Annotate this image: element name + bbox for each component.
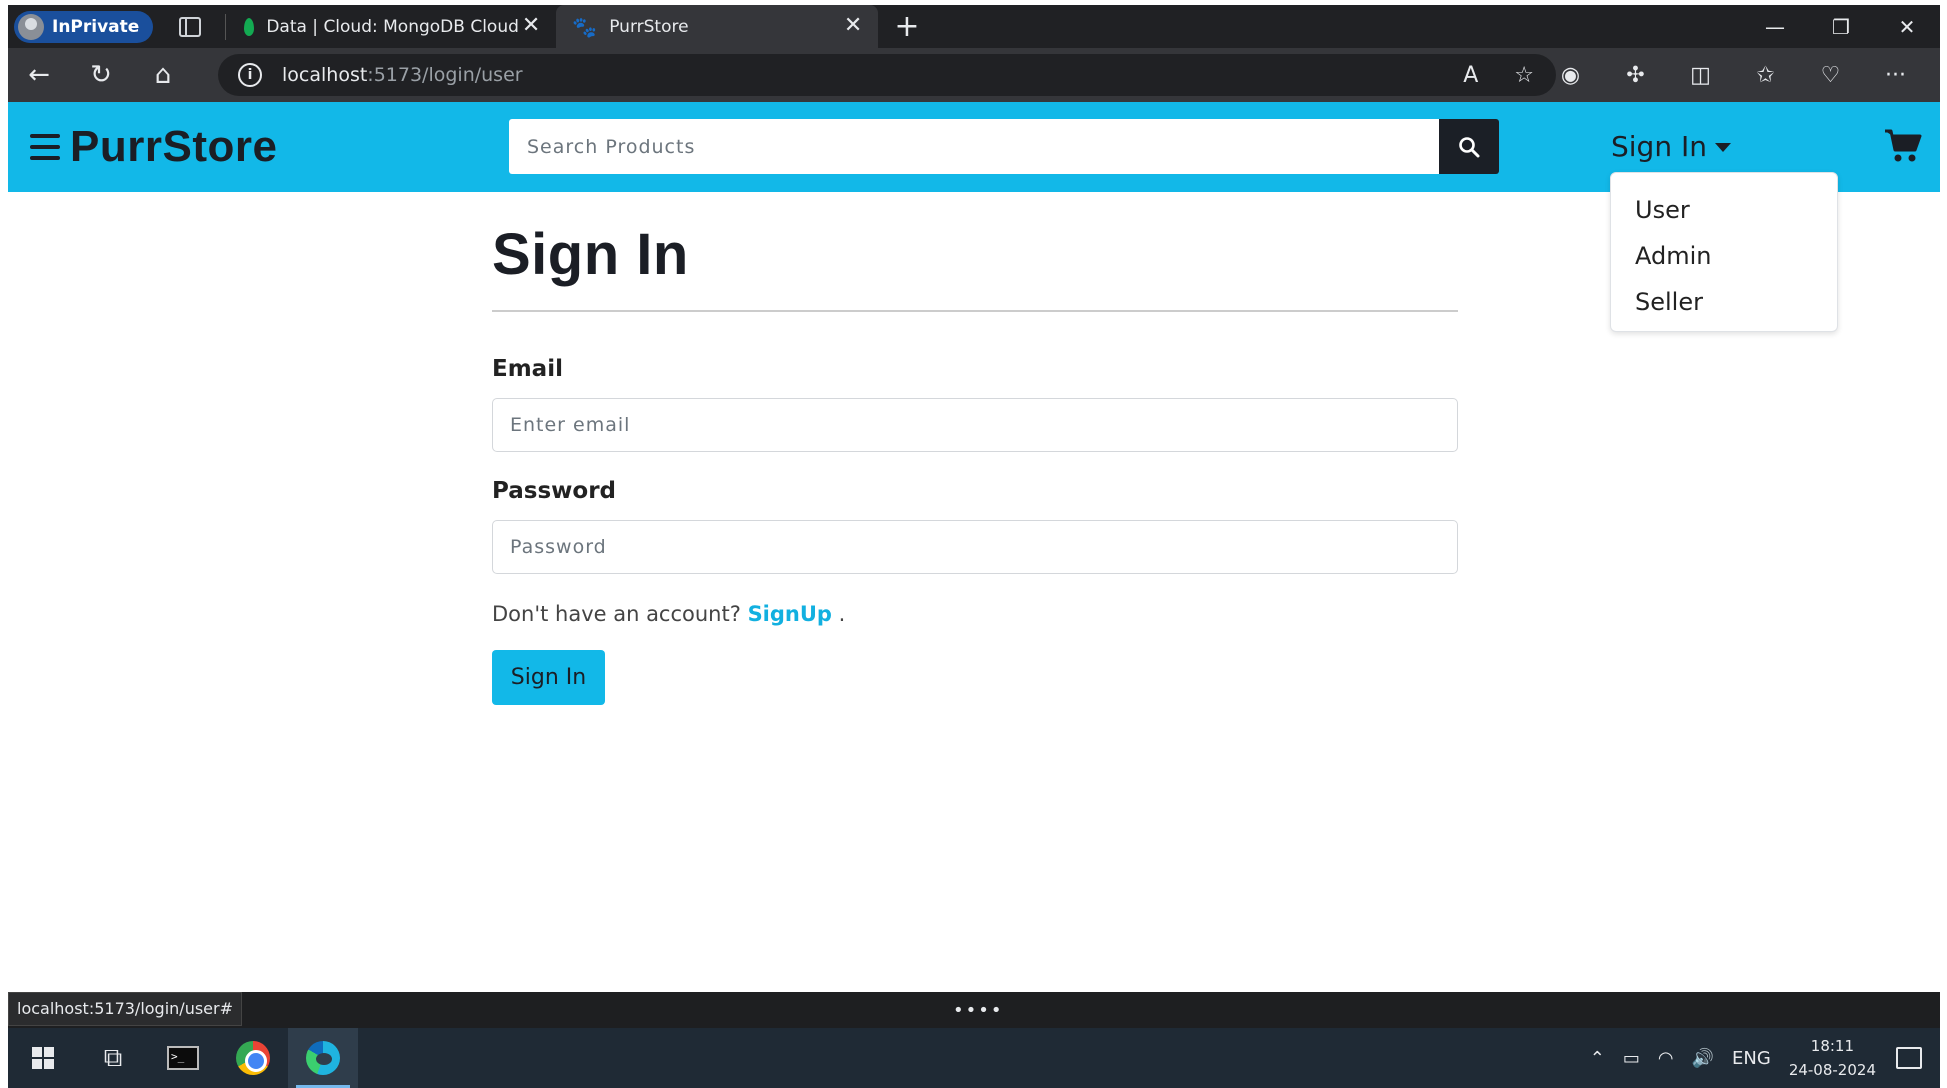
language-indicator[interactable]: ENG xyxy=(1732,1048,1771,1069)
search-icon xyxy=(1459,136,1480,157)
tab-actions-icon[interactable] xyxy=(179,16,202,37)
system-tray: ⌃ ▭ ◠ 🔊 ENG 18:11 24-08-2024 xyxy=(1590,1028,1940,1088)
more-menu-icon[interactable]: ··· xyxy=(1863,63,1928,88)
notification-icon[interactable] xyxy=(1896,1047,1922,1069)
tab-title: Data | Cloud: MongoDB Cloud xyxy=(266,16,519,37)
edge-icon xyxy=(306,1041,340,1075)
cart-button[interactable] xyxy=(1884,128,1922,168)
back-icon[interactable]: ← xyxy=(8,60,70,90)
browser-tab-strip: InPrivate Data | Cloud: MongoDB Cloud ✕ … xyxy=(8,5,1940,48)
close-window-icon[interactable]: ✕ xyxy=(1874,15,1940,39)
inprivate-badge[interactable]: InPrivate xyxy=(14,10,154,43)
dots-icon: •••• xyxy=(953,1000,1004,1021)
tab-purrstore[interactable]: 🐾 PurrStore ✕ xyxy=(556,5,879,48)
address-bar[interactable]: i localhost:5173/login/user A ☆ xyxy=(218,54,1556,96)
restore-icon[interactable]: ❐ xyxy=(1808,15,1874,39)
home-icon[interactable]: ⌂ xyxy=(132,60,194,90)
tab-mongodb[interactable]: Data | Cloud: MongoDB Cloud ✕ xyxy=(226,5,556,48)
tab-title: PurrStore xyxy=(609,16,689,37)
signin-dropdown-toggle[interactable]: Sign In xyxy=(1611,130,1731,163)
new-tab-button[interactable]: + xyxy=(894,11,919,42)
toolbar-icons: ◉ ✣ ◫ ✩ ♡ ··· xyxy=(1538,48,1928,102)
cart-icon xyxy=(1885,129,1922,162)
url-host: localhost xyxy=(282,64,368,86)
task-view-icon[interactable]: ⧉ xyxy=(78,1028,148,1088)
signin-toggle-label: Sign In xyxy=(1611,130,1707,163)
clock-date: 24-08-2024 xyxy=(1788,1061,1876,1079)
page-title: Sign In xyxy=(492,222,689,287)
clock[interactable]: 18:11 24-08-2024 xyxy=(1789,1034,1876,1082)
signup-prompt: Don't have an account? SignUp . xyxy=(492,602,1458,626)
terminal-icon: >_ xyxy=(167,1046,199,1070)
terminal-app[interactable]: >_ xyxy=(148,1028,218,1088)
tab-close-icon[interactable]: ✕ xyxy=(844,13,862,38)
wifi-icon[interactable]: ◠ xyxy=(1658,1048,1674,1069)
email-field[interactable] xyxy=(492,397,1458,452)
password-label: Password xyxy=(492,477,616,504)
password-field[interactable] xyxy=(492,519,1458,574)
dropdown-item-user[interactable]: User xyxy=(1611,187,1837,233)
extensions-icon[interactable]: ✣ xyxy=(1603,63,1668,88)
tracking-prevention-icon[interactable]: ◉ xyxy=(1538,63,1603,88)
caret-down-icon xyxy=(1714,143,1731,152)
site-info-icon[interactable]: i xyxy=(238,63,262,87)
favorites-icon[interactable]: ✩ xyxy=(1733,63,1798,88)
chrome-icon xyxy=(236,1041,270,1075)
windows-taskbar: ⧉ >_ ⌃ ▭ ◠ 🔊 ENG 18:11 24-08-2024 xyxy=(8,1028,1940,1088)
chevron-up-icon[interactable]: ⌃ xyxy=(1590,1048,1605,1069)
browser-toolbar: ← ↻ ⌂ i localhost:5173/login/user A ☆ ◉ … xyxy=(8,48,1940,102)
browser-essentials-icon[interactable]: ♡ xyxy=(1798,63,1863,88)
signup-prompt-text: Don't have an account? xyxy=(492,601,741,626)
signin-dropdown-menu: User Admin Seller xyxy=(1610,172,1838,332)
signin-form: Sign In Email Password Don't have an acc… xyxy=(492,220,1458,705)
signup-link[interactable]: SignUp xyxy=(748,602,832,626)
battery-icon[interactable]: ▭ xyxy=(1623,1048,1640,1069)
search-bar xyxy=(509,119,1499,174)
status-url: localhost:5173/login/user# xyxy=(8,992,242,1026)
browser-status-bar: localhost:5173/login/user# •••• xyxy=(8,992,1940,1028)
profile-avatar-icon xyxy=(18,13,44,40)
tab-close-icon[interactable]: ✕ xyxy=(522,13,540,38)
signup-suffix: . xyxy=(838,601,846,626)
volume-icon[interactable]: 🔊 xyxy=(1692,1048,1714,1069)
url-text: localhost:5173/login/user xyxy=(282,64,523,86)
windows-logo-icon xyxy=(32,1047,54,1069)
paw-icon: 🐾 xyxy=(572,14,598,39)
start-button[interactable] xyxy=(8,1028,78,1088)
read-aloud-icon[interactable]: A xyxy=(1463,63,1478,88)
hamburger-menu-icon[interactable] xyxy=(30,134,60,160)
search-input[interactable] xyxy=(509,119,1439,174)
search-button[interactable] xyxy=(1439,119,1499,174)
minimize-icon[interactable]: — xyxy=(1742,15,1808,39)
split-screen-icon[interactable]: ◫ xyxy=(1668,63,1733,88)
address-bar-actions: A ☆ xyxy=(1463,63,1534,88)
url-path: :5173/login/user xyxy=(367,64,523,86)
screen: InPrivate Data | Cloud: MongoDB Cloud ✕ … xyxy=(0,0,1947,1088)
inprivate-label: InPrivate xyxy=(52,16,140,37)
refresh-icon[interactable]: ↻ xyxy=(70,60,132,90)
email-label: Email xyxy=(492,355,563,382)
signin-submit-button[interactable]: Sign In xyxy=(492,649,605,705)
brand-logo[interactable]: PurrStore xyxy=(70,122,277,172)
edge-app[interactable] xyxy=(288,1028,358,1088)
mongodb-leaf-icon xyxy=(244,17,255,36)
favorite-star-icon[interactable]: ☆ xyxy=(1514,63,1534,88)
window-controls: — ❐ ✕ xyxy=(1742,5,1940,48)
dropdown-item-admin[interactable]: Admin xyxy=(1611,233,1837,279)
clock-time: 18:11 xyxy=(1810,1037,1855,1055)
title-divider xyxy=(492,309,1458,312)
dropdown-item-seller[interactable]: Seller xyxy=(1611,279,1837,325)
chrome-app[interactable] xyxy=(218,1028,288,1088)
